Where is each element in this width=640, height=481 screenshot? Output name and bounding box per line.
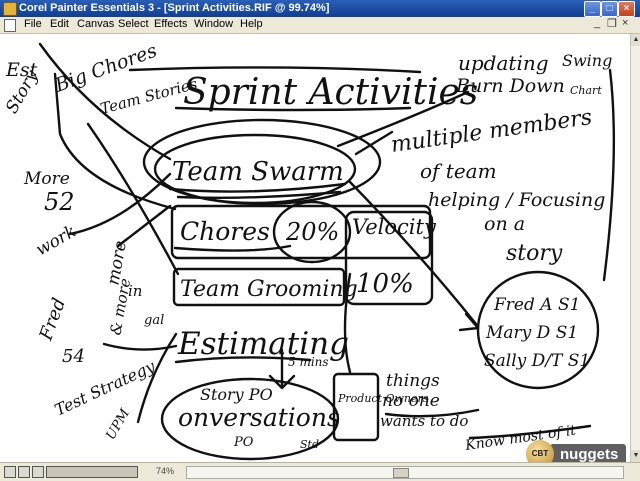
menu-effects[interactable]: Effects [154,18,187,30]
note-things: things [386,371,440,391]
menu-help[interactable]: Help [240,18,263,30]
scroll-thumb[interactable] [393,468,409,478]
item-velocity: Velocity [352,215,437,239]
menu-edit[interactable]: Edit [50,18,69,30]
item-story-po: Story PO [200,385,273,404]
note-five-mins: 5 mins [288,355,329,369]
horizontal-scrollbar[interactable] [186,466,624,479]
minimize-button[interactable]: _ [584,1,601,17]
status-bar: 74% [0,462,640,481]
note-fred-as1: Fred A S1 [493,295,580,315]
note-54: 54 [62,346,85,367]
zoom-level[interactable]: 74% [156,466,174,476]
note-and-more: & more [106,277,134,337]
rotate-icon[interactable] [4,466,16,478]
document-restore-button[interactable]: ❐ [607,17,617,30]
stroke-11 [602,68,616,282]
color-icon[interactable] [18,466,30,478]
stroke-3 [86,122,180,276]
document-icon[interactable] [4,19,16,32]
note-work: work [33,221,80,260]
vertical-scrollbar[interactable]: ▲ ▼ [630,34,640,462]
note-upm: UPM [103,406,133,443]
note-helping-focusing: helping / Focusing [428,189,605,211]
menu-bar: File Edit Canvas Select Effects Window H… [0,17,640,34]
drawing-canvas[interactable]: Sprint Activities Team Swarm Chores 20% … [0,34,630,462]
note-po: PO [233,435,254,450]
note-chart: Chart [570,84,602,97]
note-std: Std [300,438,319,451]
watermark-text: nuggets [550,444,627,462]
note-swing: Swing [562,51,612,70]
note-sally-dts1: Sally D/T S1 [484,351,590,371]
document-minimize-button[interactable]: _ [594,17,600,29]
note-mary-ds1: Mary D S1 [485,323,578,343]
menu-window[interactable]: Window [194,18,233,30]
stroke-8 [354,130,394,156]
note-of-team: of team [420,159,497,183]
document-close-button[interactable]: × [622,17,628,29]
item-chores: Chores [180,217,270,246]
cbt-nuggets-watermark: nuggets CBT [526,438,627,462]
note-52: 52 [44,188,75,216]
corel-painter-app-icon [3,2,17,16]
cbt-badge-icon: CBT [526,440,554,462]
note-fred: Fred [35,295,70,344]
note-more: More [23,169,70,189]
note-no-one: no one [382,391,440,411]
menu-file[interactable]: File [24,18,42,30]
view-mode-icon[interactable] [32,466,44,478]
note-burn-down: Burn Down [455,75,565,97]
window-title: Corel Painter Essentials 3 - [Sprint Act… [19,2,330,14]
item-team-grooming: Team Grooming [180,277,358,302]
maximize-button[interactable]: □ [601,1,618,17]
scroll-up-icon[interactable]: ▲ [631,34,640,46]
item-team-swarm: Team Swarm [172,157,344,187]
note-on-a: on a [484,213,525,235]
note-updating: updating [458,51,549,75]
note-story-right: story [506,241,563,266]
item-conversations: onversations [178,403,340,432]
title-bar: Corel Painter Essentials 3 - [Sprint Act… [0,0,640,17]
close-button[interactable]: × [618,1,635,17]
chores-underline [173,244,292,252]
note-gal: gal [144,313,164,328]
sketch-drawing: Sprint Activities Team Swarm Chores 20% … [2,40,616,461]
scroll-down-icon[interactable]: ▼ [631,450,640,462]
navigator-slider[interactable] [46,466,138,478]
menu-canvas[interactable]: Canvas [77,18,114,30]
menu-select[interactable]: Select [118,18,149,30]
item-velocity-percent: 10% [356,269,414,299]
item-chores-percent: 20% [285,218,339,246]
product-owners-box [332,372,380,442]
stroke-6 [102,342,178,351]
